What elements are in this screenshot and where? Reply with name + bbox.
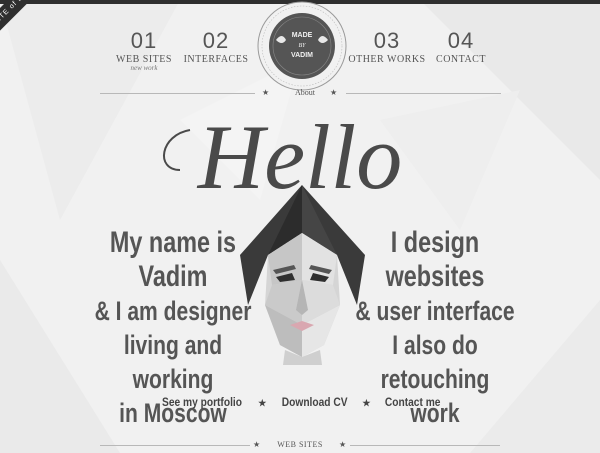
see-portfolio-link[interactable]: See my portfolio [162, 395, 242, 409]
badge-line-2: BY [298, 43, 306, 49]
action-links: See my portfolio ★ Download CV ★ Contact… [0, 395, 600, 409]
star-icon: ★ [339, 440, 347, 449]
divider-line [350, 445, 500, 446]
intro-right-line: & user interface [355, 296, 515, 326]
nav-number: 02 [202, 28, 230, 53]
star-icon: ★ [330, 88, 338, 97]
download-cv-link[interactable]: Download CV [281, 395, 347, 409]
section-label-about: About [295, 88, 315, 97]
nav-interfaces[interactable]: 02 INTERFACES [171, 28, 261, 66]
intro-right-line: I design websites [385, 226, 485, 293]
badge-line-1: MADE [292, 32, 313, 39]
divider-line [100, 93, 255, 94]
contact-me-link[interactable]: Contact me [385, 395, 441, 409]
intro-left-line: My name is Vadim [109, 226, 237, 293]
intro-right-line: I also do retouching [380, 330, 490, 394]
star-icon: ★ [262, 88, 270, 97]
intro-left-line: living and working [123, 330, 223, 394]
star-icon: ★ [253, 440, 261, 449]
section-label-web-sites: WEB SITES [277, 440, 323, 449]
intro-left-line: & I am designer [94, 296, 252, 326]
polygon-portrait-illustration [240, 185, 365, 365]
made-by-vadim-logo[interactable]: MADE BY VADIM [256, 0, 348, 92]
star-icon: ★ [258, 398, 267, 408]
divider-line [346, 93, 501, 94]
divider-line [100, 445, 250, 446]
star-icon: ★ [362, 398, 371, 408]
nav-number: 04 [447, 28, 475, 53]
nav-contact[interactable]: 04 CONTACT [416, 28, 506, 66]
badge-line-3: VADIM [291, 52, 313, 59]
nav-sublabel: new work [130, 64, 158, 72]
nav-label: INTERFACES [183, 54, 249, 65]
nav-label: CONTACT [436, 54, 486, 65]
